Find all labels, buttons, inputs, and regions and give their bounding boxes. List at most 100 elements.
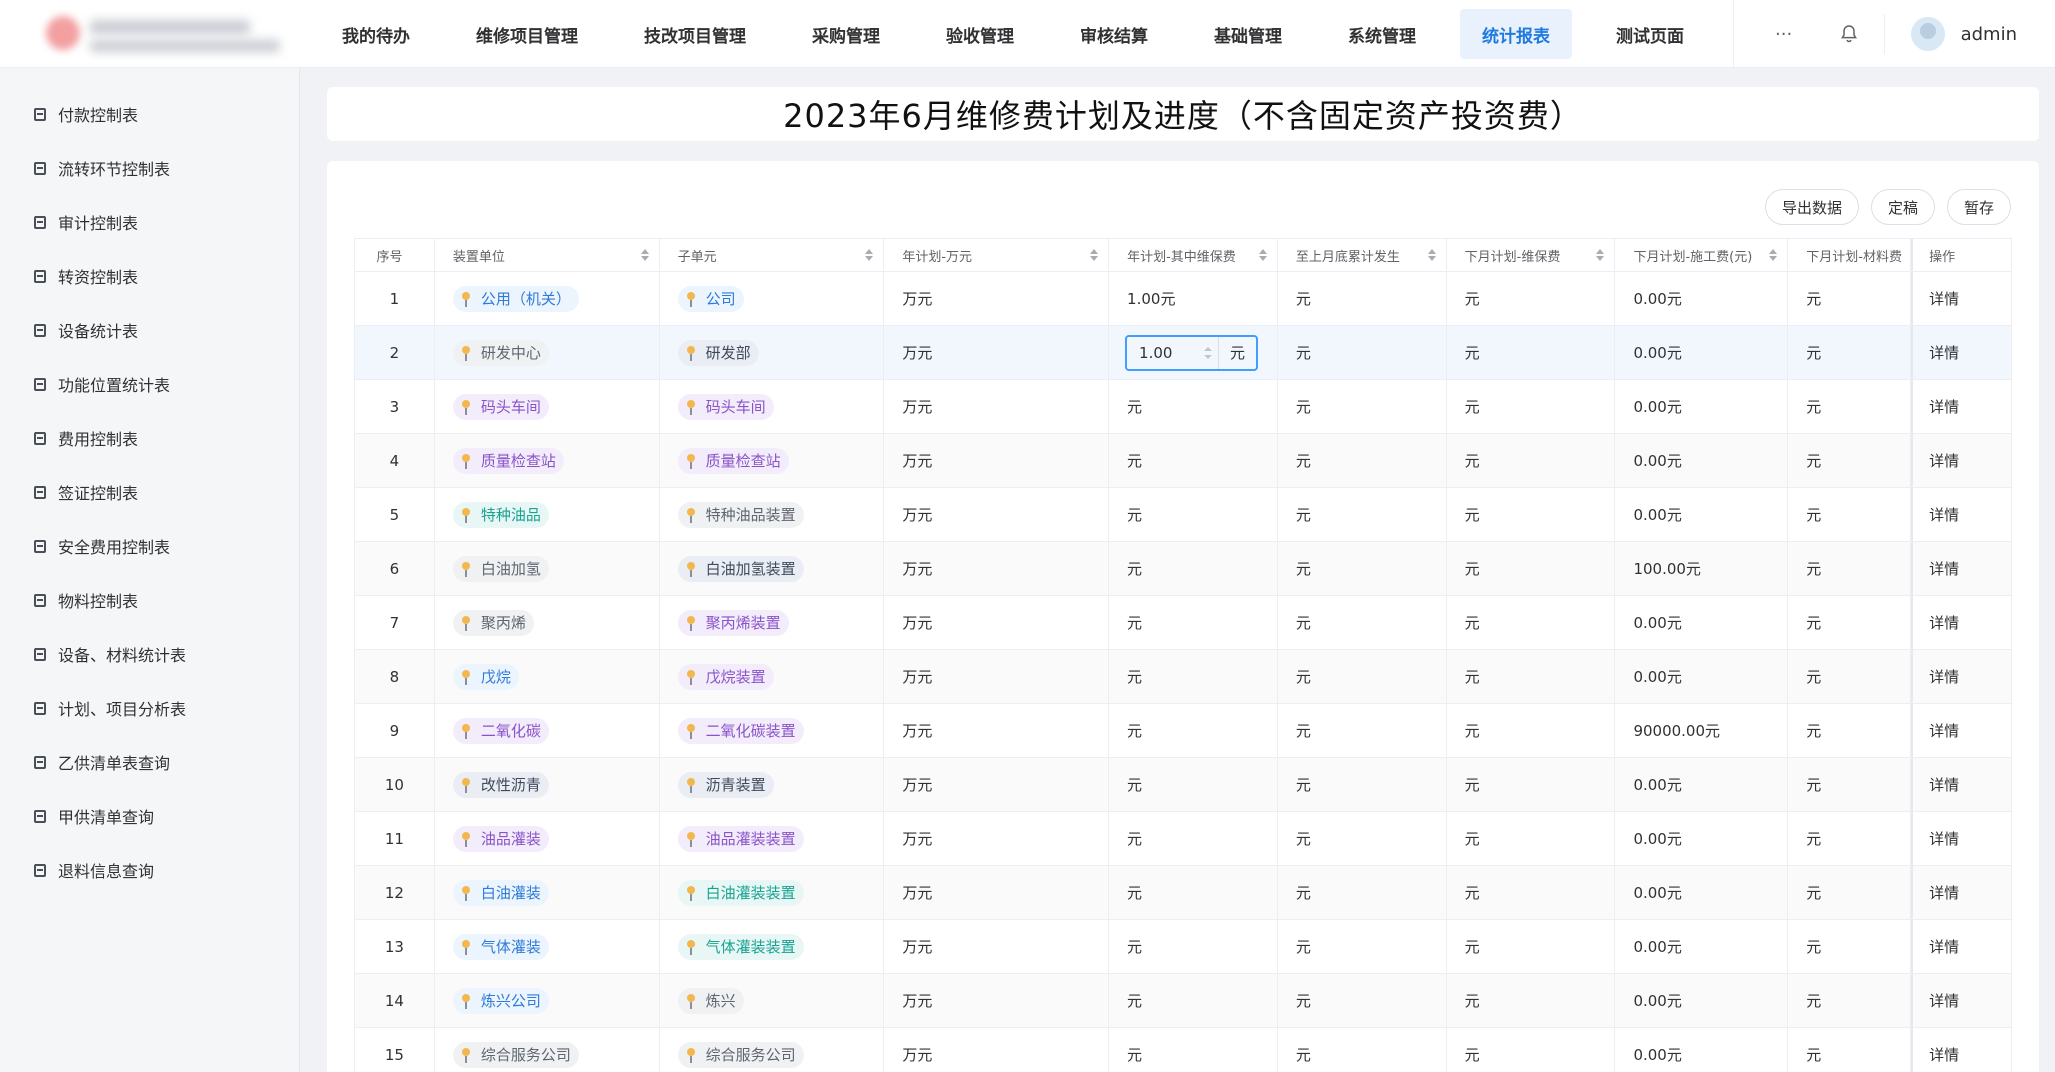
- nav-item[interactable]: 审核结算: [1058, 9, 1170, 59]
- sidebar-item[interactable]: 转资控制表: [0, 249, 299, 303]
- detail-link[interactable]: 详情: [1911, 650, 2011, 703]
- annual-maint-cell[interactable]: 元: [1109, 704, 1278, 757]
- annual-maint-cell[interactable]: 1.00元: [1109, 272, 1278, 325]
- annual-maint-cell[interactable]: 元: [1109, 974, 1278, 1027]
- unit-tag: 炼兴: [677, 987, 744, 1014]
- sort-icon[interactable]: [1427, 249, 1436, 261]
- detail-link[interactable]: 详情: [1911, 326, 2011, 379]
- annual-maint-cell[interactable]: 元: [1109, 488, 1278, 541]
- annual-maint-cell[interactable]: 元: [1109, 866, 1278, 919]
- sort-icon[interactable]: [1090, 249, 1099, 261]
- nav-item[interactable]: 我的待办: [320, 9, 432, 59]
- column-header[interactable]: 年计划-其中维保费: [1109, 239, 1278, 271]
- finalize-button[interactable]: 定稿: [1870, 189, 1935, 225]
- bell-icon[interactable]: [1814, 24, 1884, 44]
- column-header[interactable]: 装置单位: [435, 239, 660, 271]
- table-row[interactable]: 4 质量检查站 质量检查站 万元元元元 0.00元元详情: [355, 434, 2011, 488]
- table-row[interactable]: 1 公用（机关） 公司 万元 1.00元元元 0.00元元详情: [355, 272, 2011, 326]
- detail-link[interactable]: 详情: [1911, 488, 2011, 541]
- logo[interactable]: [40, 8, 280, 58]
- nav-item[interactable]: 系统管理: [1326, 9, 1438, 59]
- detail-link[interactable]: 详情: [1911, 704, 2011, 757]
- nav-item[interactable]: 维修项目管理: [454, 9, 600, 59]
- sidebar-item[interactable]: 功能位置统计表: [0, 357, 299, 411]
- annual-maint-cell[interactable]: 元: [1109, 434, 1278, 487]
- detail-link[interactable]: 详情: [1911, 866, 2011, 919]
- table-row[interactable]: 14 炼兴公司 炼兴 万元元元元 0.00元元详情: [355, 974, 2011, 1028]
- nav-item[interactable]: 技改项目管理: [622, 9, 768, 59]
- detail-link[interactable]: 详情: [1911, 272, 2011, 325]
- detail-link[interactable]: 详情: [1911, 434, 2011, 487]
- unit-tag-label: 油品灌装装置: [705, 830, 796, 848]
- export-data-button[interactable]: 导出数据: [1764, 189, 1859, 225]
- column-header[interactable]: 至上月底累计发生: [1278, 239, 1447, 271]
- detail-link[interactable]: 详情: [1911, 380, 2011, 433]
- annual-maint-cell[interactable]: 元: [1109, 650, 1278, 703]
- document-icon: [34, 539, 46, 553]
- table-row[interactable]: 9 二氧化碳 二氧化碳装置 万元元元元 90000.00元元详情: [355, 704, 2011, 758]
- detail-link[interactable]: 详情: [1911, 758, 2011, 811]
- annual-plan-cell: 万元: [884, 758, 1110, 811]
- sidebar-item[interactable]: 乙供清单表查询: [0, 735, 299, 789]
- save-draft-button[interactable]: 暂存: [1946, 189, 2011, 225]
- nav-item[interactable]: 采购管理: [790, 9, 902, 59]
- nav-item[interactable]: 测试页面: [1594, 9, 1706, 59]
- annual-maint-cell[interactable]: 元: [1109, 920, 1278, 973]
- sort-icon[interactable]: [1258, 249, 1267, 261]
- table-row[interactable]: 15 综合服务公司 综合服务公司 万元元元元 0.00元元详情: [355, 1028, 2011, 1072]
- sidebar-item[interactable]: 安全费用控制表: [0, 519, 299, 573]
- sidebar-item[interactable]: 签证控制表: [0, 465, 299, 519]
- sidebar-item[interactable]: 物料控制表: [0, 573, 299, 627]
- table-row[interactable]: 10 改性沥青 沥青装置 万元元元元 0.00元元详情: [355, 758, 2011, 812]
- table-row[interactable]: 8 戊烷 戊烷装置 万元元元元 0.00元元详情: [355, 650, 2011, 704]
- detail-link[interactable]: 详情: [1911, 596, 2011, 649]
- sidebar-item[interactable]: 流转环节控制表: [0, 141, 299, 195]
- sidebar-item[interactable]: 费用控制表: [0, 411, 299, 465]
- nav-item[interactable]: 统计报表: [1460, 9, 1572, 59]
- table-row[interactable]: 13 气体灌装 气体灌装装置 万元元元元 0.00元元详情: [355, 920, 2011, 974]
- maint-fee-input[interactable]: 1.00 元: [1125, 334, 1259, 371]
- user-menu[interactable]: admin: [1883, 14, 2055, 54]
- table-row[interactable]: 5 特种油品 特种油品装置 万元元元元 0.00元元详情: [355, 488, 2011, 542]
- nav-item[interactable]: 基础管理: [1192, 9, 1304, 59]
- sort-icon[interactable]: [865, 249, 874, 261]
- sidebar-item[interactable]: 计划、项目分析表: [0, 681, 299, 735]
- column-header[interactable]: 下月计划-维保费: [1447, 239, 1616, 271]
- sidebar-item[interactable]: 退料信息查询: [0, 843, 299, 897]
- table-row[interactable]: 7 聚丙烯 聚丙烯装置 万元元元元 0.00元元详情: [355, 596, 2011, 650]
- sort-icon[interactable]: [1769, 249, 1778, 261]
- column-header[interactable]: 子单元: [660, 239, 885, 271]
- detail-link[interactable]: 详情: [1911, 812, 2011, 865]
- column-header[interactable]: 年计划-万元: [884, 239, 1110, 271]
- detail-link[interactable]: 详情: [1911, 1028, 2011, 1072]
- table-row[interactable]: 2 研发中心 研发部 万元 1.00 元元元 0.00元元详情: [355, 326, 2011, 380]
- column-header[interactable]: 下月计划-施工费(元): [1615, 239, 1789, 271]
- nav-item[interactable]: 验收管理: [924, 9, 1036, 59]
- table-row[interactable]: 12 白油灌装 白油灌装装置 万元元元元 0.00元元详情: [355, 866, 2011, 920]
- detail-link[interactable]: 详情: [1911, 542, 2011, 595]
- annual-maint-cell[interactable]: 元: [1109, 542, 1278, 595]
- stepper-arrows-icon[interactable]: [1204, 346, 1213, 359]
- table-row[interactable]: 6 白油加氢 白油加氢装置 万元元元元 100.00元元详情: [355, 542, 2011, 596]
- sidebar-item[interactable]: 甲供清单查询: [0, 789, 299, 843]
- unit-tag: 戊烷装置: [677, 663, 774, 690]
- maint-fee-value[interactable]: 1.00: [1127, 337, 1218, 369]
- more-menu-button[interactable]: ···: [1754, 24, 1814, 45]
- detail-link[interactable]: 详情: [1911, 920, 2011, 973]
- annual-maint-cell[interactable]: 元: [1109, 380, 1278, 433]
- table-row[interactable]: 3 码头车间 码头车间 万元元元元 0.00元元详情: [355, 380, 2011, 434]
- annual-maint-cell[interactable]: 元: [1109, 1028, 1278, 1072]
- annual-maint-cell[interactable]: 元: [1109, 812, 1278, 865]
- sidebar-item[interactable]: 审计控制表: [0, 195, 299, 249]
- table-row[interactable]: 11 油品灌装 油品灌装装置 万元元元元 0.00元元详情: [355, 812, 2011, 866]
- column-header[interactable]: 下月计划-材料费: [1788, 239, 1912, 271]
- unit-tag: 改性沥青: [452, 771, 549, 798]
- sidebar-item[interactable]: 设备、材料统计表: [0, 627, 299, 681]
- annual-maint-cell[interactable]: 元: [1109, 758, 1278, 811]
- sidebar-item[interactable]: 设备统计表: [0, 303, 299, 357]
- sidebar-item[interactable]: 付款控制表: [0, 87, 299, 141]
- sort-icon[interactable]: [1596, 249, 1605, 261]
- sort-icon[interactable]: [640, 249, 649, 261]
- detail-link[interactable]: 详情: [1911, 974, 2011, 1027]
- annual-maint-cell[interactable]: 元: [1109, 596, 1278, 649]
